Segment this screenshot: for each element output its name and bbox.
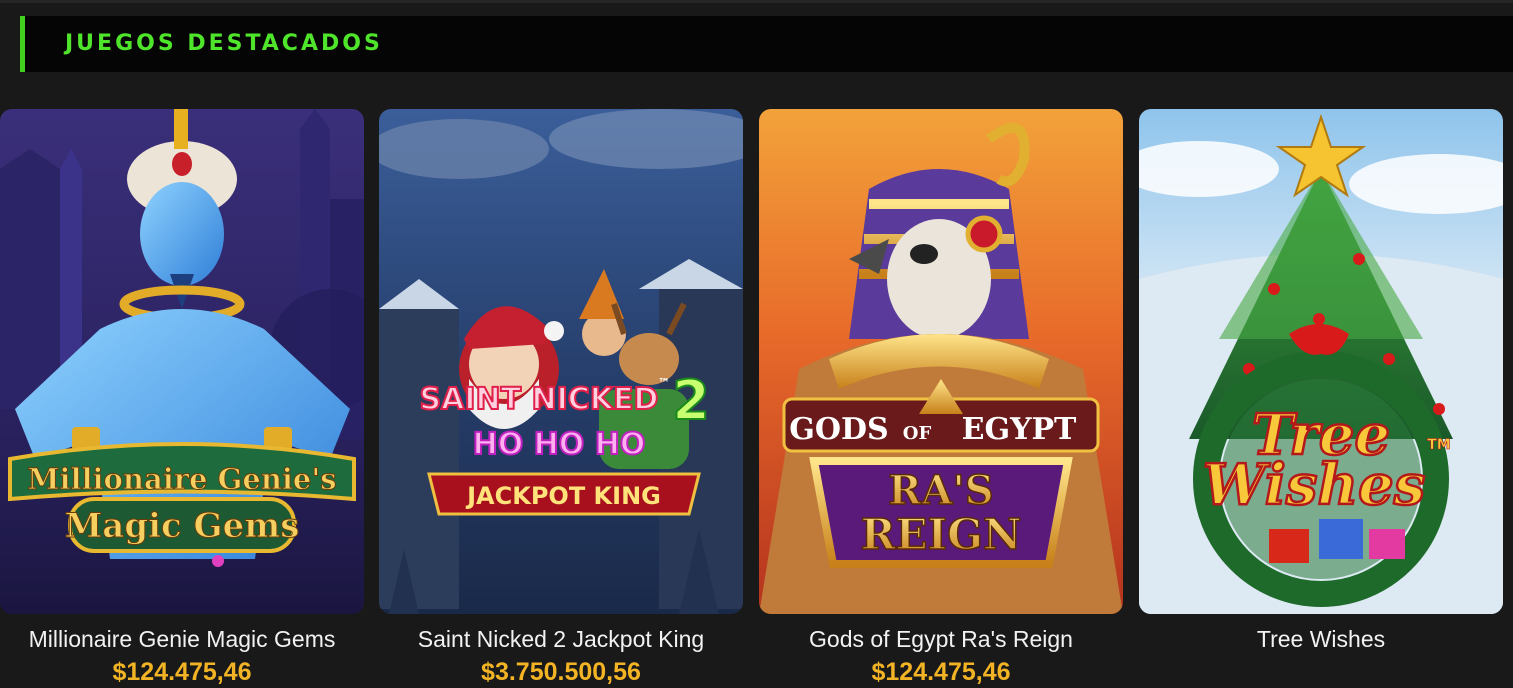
- logo-line2: HO HO HO: [473, 427, 646, 462]
- jackpot-amount: $3.750.500,56: [481, 658, 641, 686]
- game-artwork-saint-nicked: SAINT NICKED 2 ™ HO HO HO JACKPOT KING: [379, 109, 743, 614]
- game-artwork-gods-of-egypt: GODS OF EGYPT RA'S REIGN: [759, 109, 1123, 614]
- game-card-saint-nicked-2[interactable]: SAINT NICKED 2 ™ HO HO HO JACKPOT KING S…: [379, 109, 743, 686]
- game-thumbnail[interactable]: GODS OF EGYPT RA'S REIGN: [759, 109, 1123, 614]
- game-title[interactable]: Millionaire Genie Magic Gems: [0, 624, 364, 654]
- jackpot-amount: $124.475,46: [112, 658, 252, 686]
- logo-tm: ™: [658, 376, 670, 390]
- game-thumbnail[interactable]: Millionaire Genie's Magic Gems: [0, 109, 364, 614]
- section-header: JUEGOS DESTACADOS: [20, 16, 1513, 72]
- game-thumbnail[interactable]: SAINT NICKED 2 ™ HO HO HO JACKPOT KING: [379, 109, 743, 614]
- section-title: JUEGOS DESTACADOS: [65, 31, 383, 56]
- jackpot-amount: $124.475,46: [871, 658, 1011, 686]
- logo-line2: RA'S: [888, 467, 993, 514]
- logo-line3: REIGN: [861, 510, 1022, 559]
- game-card-millionaire-genie[interactable]: Millionaire Genie's Magic Gems Millionai…: [0, 109, 364, 686]
- game-title[interactable]: Gods of Egypt Ra's Reign: [759, 624, 1123, 654]
- game-title[interactable]: Tree Wishes: [1139, 624, 1503, 654]
- game-card-tree-wishes[interactable]: Tree Wishes TM Tree Wishes: [1139, 109, 1503, 652]
- logo-line1: Millionaire Genie's: [27, 462, 336, 496]
- logo-tm: TM: [1427, 437, 1450, 453]
- game-title[interactable]: Saint Nicked 2 Jackpot King: [379, 624, 743, 654]
- game-artwork-tree-wishes: Tree Wishes TM: [1139, 109, 1503, 614]
- game-thumbnail[interactable]: Tree Wishes TM: [1139, 109, 1503, 614]
- logo-word-egypt: EGYPT: [962, 412, 1077, 447]
- logo-line1: SAINT NICKED: [420, 382, 659, 417]
- top-divider: [0, 0, 1513, 3]
- logo-line2: Magic Gems: [65, 506, 300, 546]
- logo-line2: Wishes: [1203, 452, 1426, 518]
- game-card-gods-of-egypt[interactable]: GODS OF EGYPT RA'S REIGN Gods of Egypt R…: [759, 109, 1123, 686]
- logo-line3: JACKPOT KING: [465, 482, 661, 510]
- logo-number: 2: [672, 369, 710, 432]
- game-artwork-genie: Millionaire Genie's Magic Gems: [0, 109, 364, 614]
- logo-word-gods: GODS: [789, 412, 888, 447]
- logo-word-of: OF: [903, 423, 932, 444]
